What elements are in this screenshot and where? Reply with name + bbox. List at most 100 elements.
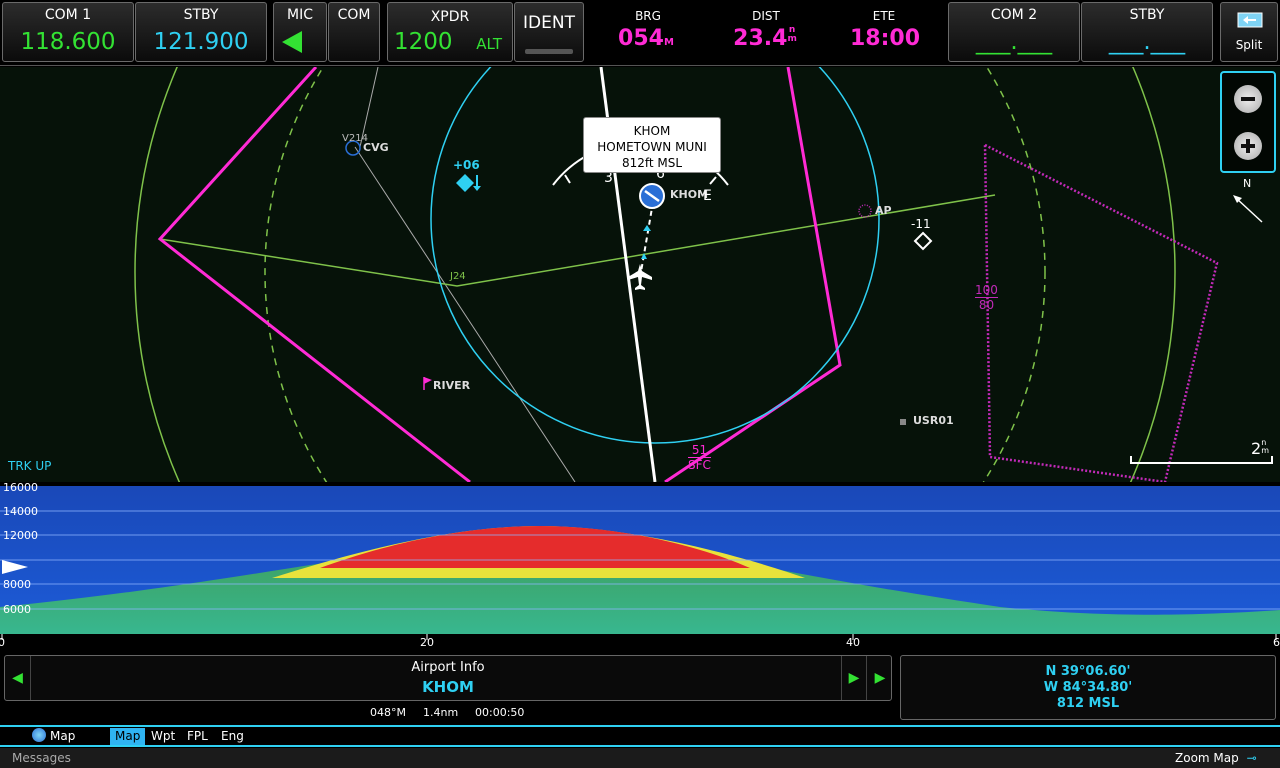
airspace-boundary-west [157,67,471,482]
traffic-minus11-label: -11 [911,217,931,231]
tab-wpt[interactable]: Wpt [146,728,180,745]
com1-active-frequency: 118.600 [20,29,116,55]
dist-unit: nm [787,25,797,44]
tab-eng[interactable]: Eng [216,728,249,745]
traffic-plus06-label: +06 [453,158,480,172]
info-bearing: 048°M [370,706,406,719]
ete-label: ETE [872,9,896,23]
waypoint-callout[interactable]: KHOM HOMETOWN MUNI 812ft MSL [583,117,721,173]
ident-label: IDENT [523,13,575,33]
ownship-icon [628,264,652,290]
dist-value: 23.4 [733,26,788,51]
callout-ident: KHOM [633,124,671,138]
x-tick-20: 20 [420,636,434,649]
ap-icon [858,204,872,218]
com1-stby-label: STBY [183,7,219,23]
split-screen-icon [1237,12,1263,28]
com-audio-button[interactable]: COM [328,2,380,62]
y-tick-14000: 14000 [3,505,38,518]
com2-standby-button[interactable]: STBY ___.___ [1081,2,1213,62]
info-forward-button[interactable]: ▶ [867,656,893,700]
brg-field: 054M [615,26,677,51]
tab-map[interactable]: Map [110,728,146,745]
zoom-out-button[interactable] [1234,85,1262,113]
status-bar: Messages Zoom Map ⊸ [0,748,1280,768]
airport-info-panel[interactable]: ◀ Airport Info KHOM ▶ ▶ [4,655,892,701]
terrain-profile-graphics [0,486,1280,640]
traffic-minus11-icon [913,231,933,251]
brg-unit: M [663,37,674,48]
y-tick-8000: 8000 [3,578,31,591]
dist-field: 23.4n m [725,25,805,52]
ident-button[interactable]: IDENT [514,2,584,62]
north-arrow-icon [1235,197,1263,223]
mic-label: MIC [287,7,313,23]
longitude: W 84°34.80' [1043,680,1133,695]
brg-value: 054 [618,26,664,51]
com1-standby-frequency: 121.900 [153,29,249,55]
callout-elevation: 812ft MSL [621,156,683,170]
river-flag-icon [424,377,432,384]
ete-value: 18:00 [849,26,921,51]
mic-button[interactable]: MIC [273,2,327,62]
latitude: N 39°06.60' [1045,664,1131,679]
y-tick-16000: 16000 [3,481,38,494]
com1-active-button[interactable]: COM 1 118.600 [2,2,134,62]
zoom-controls [1220,71,1276,173]
info-distance: 1.4nm [423,706,459,719]
restricted-airspace [983,142,1219,482]
arrow-right-icon: ▶ [874,670,886,686]
elevation: 812 MSL [1056,696,1120,711]
ap-label: AP [875,204,892,217]
compass-e-label: E [703,188,712,204]
knob-icon: ⊸ [1246,751,1257,765]
com2-standby-frequency: ___.___ [1108,29,1186,55]
xpdr-label: XPDR [430,9,470,25]
info-title: Airport Info [411,660,485,675]
minus-icon [1241,97,1255,101]
moving-map[interactable]: V214 CVG J24 +06 -11 AP RIVER USR01 KHOM… [0,67,1280,482]
com-audio-label: COM [337,7,371,23]
track-line [640,201,654,273]
y-tick-12000: 12000 [3,529,38,542]
xpdr-button[interactable]: XPDR 1200 ALT [387,2,513,62]
traffic-plus06-icon [456,174,474,192]
map-page-label: Map [50,729,76,743]
airway-j24 [159,194,996,287]
ident-indicator [525,49,573,54]
info-ident: KHOM [422,678,474,696]
terrain-profile: 16000 14000 12000 8000 6000 0 20 40 6 [0,481,1280,652]
globe-icon [32,728,46,742]
usr01-label: USR01 [913,414,954,427]
zoom-map-button[interactable]: Zoom Map ⊸ [1175,748,1257,768]
airspace-sfc-label: 51 SFC [688,443,711,472]
dist-label: DIST [752,9,780,23]
arrow-right-icon: ▶ [848,670,860,686]
user-waypoint-icon [900,419,906,425]
com1-standby-button[interactable]: STBY 121.900 [135,2,267,62]
map-scale-label: 2n m [1251,438,1269,459]
messages-button[interactable]: Messages [12,748,71,768]
x-tick-40: 40 [846,636,860,649]
airway-v214 [354,146,576,482]
com2-label: COM 2 [990,7,1038,23]
position-panel: N 39°06.60' W 84°34.80' 812 MSL [900,655,1276,720]
com1-label: COM 1 [44,7,92,23]
track-up-label[interactable]: TRK UP [8,459,51,473]
airway-j24-label: J24 [450,271,466,282]
tab-fpl[interactable]: FPL [182,728,213,745]
page-tab-bar: Map Map Wpt FPL Eng [0,725,1280,747]
info-next-button[interactable]: ▶ [841,656,867,700]
brg-label: BRG [635,9,661,23]
map-page-button[interactable]: Map [32,728,75,745]
com2-active-button[interactable]: COM 2 ___.___ [948,2,1080,62]
split-button[interactable]: Split [1220,2,1278,62]
mic-active-icon [282,31,302,53]
y-tick-6000: 6000 [3,603,31,616]
x-tick-end: 6 [1273,636,1280,649]
vor-cvg-label: CVG [363,141,389,154]
zoom-in-button[interactable] [1234,132,1262,160]
com2-stby-label: STBY [1129,7,1165,23]
restricted-altitude-label: 100 80 [975,283,998,312]
com2-active-frequency: ___.___ [975,29,1053,55]
